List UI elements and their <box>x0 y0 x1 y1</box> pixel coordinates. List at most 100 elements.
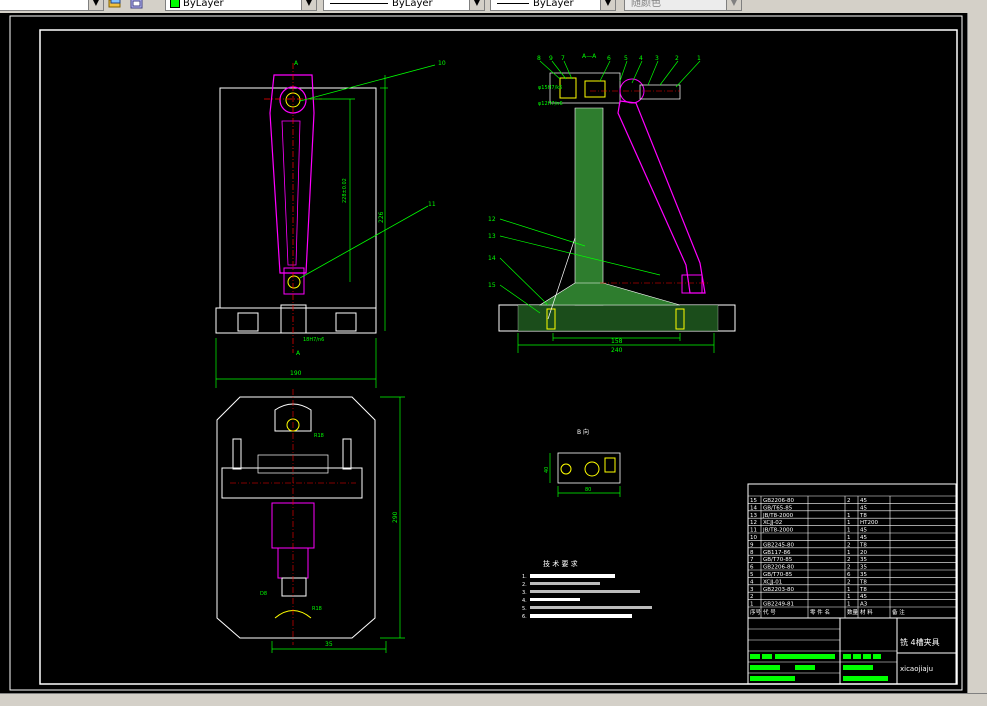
bom-cell-no: 12 <box>750 520 757 526</box>
bom-cell-mat: 35 <box>860 557 867 563</box>
bom-cell-mat: T8 <box>859 579 867 585</box>
bom-cell-code: XCJJ-01 <box>763 579 782 585</box>
color-control-value: ByLayer <box>183 0 224 9</box>
color-control[interactable]: ByLayer ▼ <box>165 0 317 11</box>
bom-cell-qty: 2 <box>847 498 851 504</box>
dim-plan-r-top: R18 <box>314 433 324 439</box>
bom-cell-qty: 2 <box>847 579 851 585</box>
bom-cell-mat: 45 <box>860 505 867 511</box>
bom-cell-qty: 1 <box>847 535 851 541</box>
tech-req-line: 6. <box>522 614 527 620</box>
callout-11: 11 <box>428 201 436 208</box>
bom-cell-no: 6 <box>750 565 754 571</box>
lineweight-control[interactable]: ByLayer ▼ <box>490 0 616 11</box>
bom-header-no: 序号 <box>750 608 762 616</box>
bom-cell-code: GB/T70-85 <box>763 557 793 563</box>
sheet-inner-frame <box>39 29 958 685</box>
callout-12: 12 <box>488 216 496 223</box>
lineweight-preview <box>497 2 529 4</box>
bottom-bar <box>0 693 987 706</box>
bom-cell-mat: 45 <box>860 594 867 600</box>
callout-2: 2 <box>675 55 679 62</box>
dim-front-height: 226 <box>378 211 385 223</box>
callout-14: 14 <box>488 255 496 262</box>
plan-view: 290 35 R18 R18 D8 <box>216 389 405 653</box>
bom-cell-no: 13 <box>750 513 757 519</box>
title-block: 铣 4槽夹具 xicaojiaju <box>748 617 956 684</box>
bom-cell-code: GB2249-81 <box>763 602 794 608</box>
chevron-down-icon[interactable]: ▼ <box>469 0 484 10</box>
bom-cell-qty: 1 <box>847 520 851 526</box>
dim-plan-r-bottom: R18 <box>312 606 322 612</box>
bom-cell-code: GB117-86 <box>763 550 791 556</box>
tech-req-line: 4. <box>522 598 527 604</box>
sheet-outer-border <box>9 15 963 691</box>
bom-cell-no: 9 <box>750 542 754 548</box>
bom-cell-code: GB2203-80 <box>763 587 795 593</box>
bom-cell-qty: 2 <box>847 565 851 571</box>
chevron-down-icon[interactable]: ▼ <box>726 0 741 10</box>
callout-5: 5 <box>624 55 628 62</box>
bom-cell-mat: T8 <box>859 513 867 519</box>
bom-cell-no: 7 <box>750 557 754 563</box>
chevron-down-icon[interactable]: ▼ <box>600 0 615 10</box>
layer-states-icon[interactable] <box>108 0 122 10</box>
bom-cell-mat: A3 <box>860 602 868 608</box>
linetype-preview <box>330 2 388 4</box>
bom-cell-qty: 6 <box>847 572 851 578</box>
tech-req-line: 2. <box>522 582 527 588</box>
callout-8: 8 <box>537 55 541 62</box>
detail-view-title: B 向 <box>577 428 589 436</box>
front-view: A A 10 11 190 226 228±0.02 18H7/n6 <box>215 60 446 388</box>
layer-previous-icon[interactable] <box>130 0 144 10</box>
section-view-title: A—A <box>582 53 597 60</box>
bom-cell-code: GB2245-80 <box>763 542 795 548</box>
bom-cell-no: 15 <box>750 498 757 504</box>
dim-plan-height: 290 <box>392 511 399 523</box>
callout-4: 4 <box>639 55 643 62</box>
dim-plan-d: D8 <box>260 591 267 597</box>
drawing-title: 铣 4槽夹具 <box>900 637 940 647</box>
drawing-canvas[interactable]: A A 10 11 190 226 228±0.02 18H7/n6 158 2… <box>0 13 967 693</box>
vertical-scrollbar[interactable] <box>967 13 987 693</box>
bom-cell-mat: 45 <box>860 535 867 541</box>
bom-cell-code: XCJJ-02 <box>763 520 782 526</box>
callout-7a: 7 <box>561 55 565 62</box>
callout-13: 13 <box>488 233 496 240</box>
bom-cell-qty: 1 <box>847 602 851 608</box>
bom-cell-mat: 35 <box>860 572 867 578</box>
bom-cell-mat: HT200 <box>860 520 878 526</box>
bom-cell-no: 3 <box>750 587 754 593</box>
detail-view-b: B 向 80 40 <box>544 428 621 497</box>
bom-cell-no: 11 <box>750 528 757 534</box>
bom-cell-no: 1 <box>750 602 754 608</box>
dim-side-total: 240 <box>611 347 623 354</box>
bom-cell-mat: T8 <box>859 587 867 593</box>
bom-cell-code: JB/T8-2000 <box>762 513 794 519</box>
tech-req-title: 技 术 要 求 <box>543 559 578 568</box>
tech-req-line: 3. <box>522 590 527 596</box>
layer-control[interactable]: ▼ <box>0 0 104 11</box>
section-mark-a-bottom: A <box>296 350 301 357</box>
dim-detail-width: 80 <box>585 487 591 493</box>
chevron-down-icon[interactable]: ▼ <box>301 0 316 10</box>
bom-cell-mat: 45 <box>860 528 867 534</box>
bom-cell-no: 4 <box>750 579 754 585</box>
callout-10: 10 <box>438 60 446 67</box>
plotstyle-control[interactable]: 随颜色 ▼ <box>624 0 742 11</box>
tech-req-line: 1. <box>522 574 527 580</box>
dim-side-inner: 158 <box>611 338 623 345</box>
linetype-control[interactable]: ByLayer ▼ <box>323 0 485 11</box>
chevron-down-icon[interactable]: ▼ <box>88 0 103 10</box>
bom-cell-no: 8 <box>750 550 754 556</box>
bom-cell-no: 2 <box>750 594 754 600</box>
drawing-svg: A A 10 11 190 226 228±0.02 18H7/n6 158 2… <box>9 15 963 691</box>
linetype-control-value: ByLayer <box>392 0 433 9</box>
bom-cell-qty: 1 <box>847 528 851 534</box>
bom-header-code: 代 号 <box>763 608 776 616</box>
callout-1: 1 <box>697 55 701 62</box>
bom-cell-no: 14 <box>750 505 757 511</box>
bom-cell-mat: 35 <box>860 565 867 571</box>
dim-front-width: 190 <box>290 370 302 377</box>
dim-front-inner: 228±0.02 <box>342 178 348 203</box>
